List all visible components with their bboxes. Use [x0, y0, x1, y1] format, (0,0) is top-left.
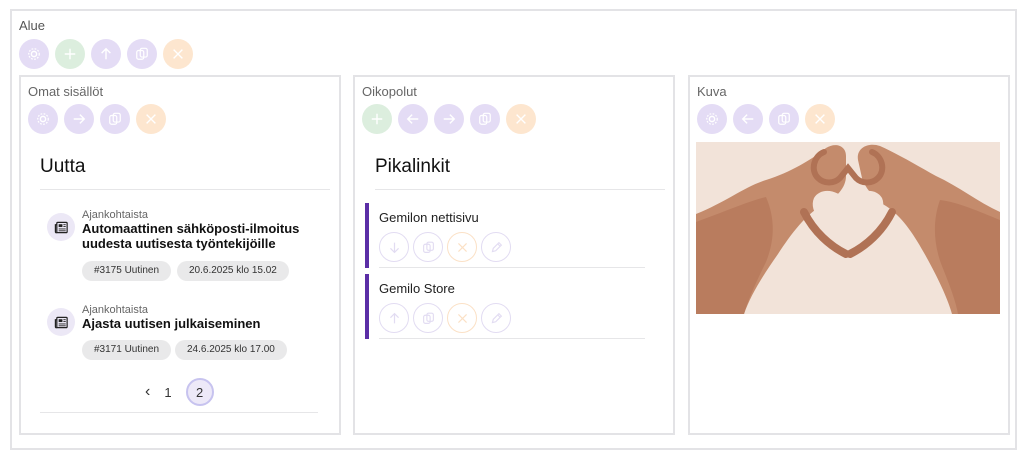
edit-button[interactable] [481, 303, 511, 333]
panel-label: Omat sisällöt [28, 84, 104, 99]
copy-icon [109, 112, 121, 125]
move-right-button[interactable] [434, 104, 464, 134]
newspaper-icon [47, 213, 75, 241]
news-item[interactable]: Ajankohtaista Ajasta uutisen julkaisemin… [47, 304, 307, 362]
news-category: Ajankohtaista [82, 209, 149, 221]
area-move-up-button[interactable] [91, 39, 121, 69]
news-date-badge: 20.6.2025 klo 15.02 [177, 261, 289, 281]
remove-button[interactable] [447, 232, 477, 262]
edit-button[interactable] [481, 232, 511, 262]
copy-icon [422, 241, 434, 253]
remove-button[interactable] [805, 104, 835, 134]
close-icon [516, 114, 526, 124]
panel-label: Oikopolut [362, 84, 417, 99]
news-title[interactable]: Ajasta uutisen julkaiseminen [82, 316, 312, 331]
own-content-panel: Omat sisällöt Uutta Ajankohtaista Automa… [19, 75, 341, 435]
arrow-left-icon [741, 114, 754, 124]
pencil-icon [491, 312, 502, 323]
copy-icon [136, 47, 148, 60]
arrow-up-icon [101, 47, 111, 60]
area-add-button[interactable] [55, 39, 85, 69]
link-title[interactable]: Gemilon nettisivu [379, 210, 479, 225]
pencil-icon [491, 241, 502, 252]
divider [40, 189, 330, 190]
plus-icon [371, 113, 383, 125]
copy-icon [479, 112, 491, 125]
settings-button[interactable] [28, 104, 58, 134]
close-icon [815, 114, 825, 124]
own-content-toolbar [28, 104, 166, 134]
heart-hands-image [696, 142, 1000, 314]
shortcut-link-item[interactable]: Gemilo Store [365, 274, 645, 339]
divider [375, 189, 665, 190]
previous-page-button[interactable]: ‹ [145, 383, 150, 401]
area-remove-button[interactable] [163, 39, 193, 69]
arrow-right-icon [73, 114, 86, 124]
section-heading: Pikalinkit [375, 156, 450, 177]
close-icon [146, 114, 156, 124]
copy-button[interactable] [100, 104, 130, 134]
area-toolbar [19, 39, 193, 69]
shortcuts-panel: Oikopolut Pikalinkit Gemilon nettisivu G… [353, 75, 675, 435]
move-up-button[interactable] [379, 303, 409, 333]
divider [379, 267, 645, 268]
area-copy-button[interactable] [127, 39, 157, 69]
move-left-button[interactable] [398, 104, 428, 134]
news-title[interactable]: Automaattinen sähköposti-ilmoitus uudest… [82, 221, 312, 251]
plus-icon [64, 48, 76, 60]
close-icon [173, 49, 183, 59]
remove-button[interactable] [447, 303, 477, 333]
page-1-button[interactable]: 1 [164, 385, 171, 400]
arrow-right-icon [443, 114, 456, 124]
copy-button[interactable] [413, 303, 443, 333]
arrow-up-icon [389, 312, 399, 323]
move-right-button[interactable] [64, 104, 94, 134]
news-date-badge: 24.6.2025 klo 17.00 [175, 340, 287, 360]
link-accent-bar [365, 203, 369, 268]
copy-button[interactable] [769, 104, 799, 134]
page-2-button[interactable]: 2 [185, 378, 214, 406]
close-icon [457, 313, 467, 323]
link-actions [379, 232, 511, 262]
copy-icon [778, 112, 790, 125]
remove-button[interactable] [506, 104, 536, 134]
move-down-button[interactable] [379, 232, 409, 262]
copy-icon [422, 312, 434, 324]
arrow-left-icon [406, 114, 419, 124]
section-heading: Uutta [40, 156, 86, 177]
link-accent-bar [365, 274, 369, 339]
gear-icon [37, 113, 49, 125]
area-container: Alue Omat sisällöt Uutta Ajankohtaista A… [10, 9, 1017, 450]
news-tag-badge: #3171 Uutinen [82, 340, 172, 360]
pagination: ‹ 1 2 [145, 378, 214, 406]
divider [40, 412, 318, 413]
divider [379, 338, 645, 339]
news-item[interactable]: Ajankohtaista Automaattinen sähköposti-i… [47, 209, 307, 281]
remove-button[interactable] [136, 104, 166, 134]
shortcut-link-item[interactable]: Gemilon nettisivu [365, 203, 645, 268]
gear-icon [706, 113, 718, 125]
area-settings-button[interactable] [19, 39, 49, 69]
add-button[interactable] [362, 104, 392, 134]
image-toolbar [697, 104, 835, 134]
settings-button[interactable] [697, 104, 727, 134]
move-left-button[interactable] [733, 104, 763, 134]
arrow-down-icon [389, 242, 399, 253]
news-category: Ajankohtaista [82, 304, 149, 316]
area-label: Alue [19, 18, 46, 33]
copy-button[interactable] [470, 104, 500, 134]
copy-button[interactable] [413, 232, 443, 262]
newspaper-icon [47, 308, 75, 336]
link-actions [379, 303, 511, 333]
link-title[interactable]: Gemilo Store [379, 281, 455, 296]
panel-label: Kuva [697, 84, 727, 99]
news-tag-badge: #3175 Uutinen [82, 261, 172, 281]
gear-icon [28, 48, 40, 60]
shortcuts-toolbar [362, 104, 536, 134]
image-panel: Kuva [688, 75, 1010, 435]
close-icon [457, 242, 467, 252]
